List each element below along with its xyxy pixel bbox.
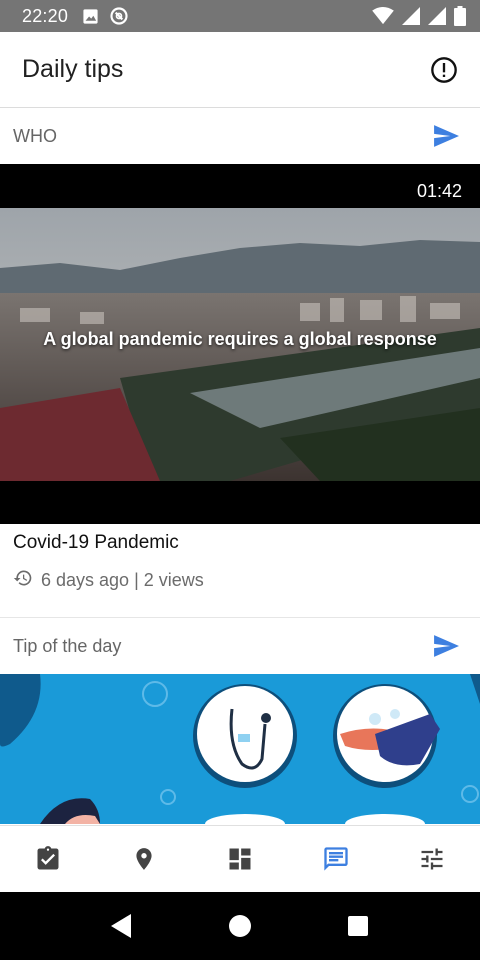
history-icon [13,568,41,593]
nav-dashboard[interactable] [216,835,264,883]
tip-illustration [0,674,480,824]
nav-messages[interactable] [312,835,360,883]
battery-icon [454,6,466,26]
send-icon[interactable] [432,632,460,660]
tips-feed[interactable]: WHO 01:42 A global pandemic requires a g… [0,108,480,825]
system-navigation-bar [0,892,480,960]
section-header-who: WHO [0,108,480,164]
dashboard-icon [229,848,251,870]
signal-icon [402,7,420,25]
image-icon [82,8,99,25]
video-player[interactable]: 01:42 A global pandemic requires a globa… [0,164,480,524]
send-icon[interactable] [432,122,460,150]
video-title: Covid-19 Pandemic [13,532,179,553]
nav-settings[interactable] [408,835,456,883]
section-title: Tip of the day [13,635,122,656]
home-icon[interactable] [226,912,254,940]
video-stats: 6 days ago | 2 views [13,568,467,593]
app-bar: Daily tips [0,32,480,108]
tip-of-the-day-image[interactable] [0,674,480,824]
video-stats-text: 6 days ago | 2 views [41,570,204,590]
signal-icon [428,7,446,25]
status-bar: 22:20 [0,0,480,32]
video-details[interactable]: Covid-19 Pandemic 6 days ago | 2 views [0,524,480,618]
recents-icon[interactable] [344,912,372,940]
page-title: Daily tips [22,55,124,83]
section-title: WHO [13,125,57,146]
location-pin-icon [136,848,152,870]
section-header-tip: Tip of the day [0,618,480,674]
bottom-navigation [0,825,480,892]
tune-icon [421,848,443,870]
at-sign-icon [109,6,129,26]
wifi-icon [372,7,394,25]
nav-tasks[interactable] [24,835,72,883]
chat-icon [324,847,348,871]
nav-location[interactable] [120,835,168,883]
status-time: 22:20 [22,5,69,26]
video-duration: 01:42 [416,181,462,201]
assignment-check-icon [37,846,59,870]
alert-circle-icon[interactable] [430,56,458,84]
video-caption: A global pandemic requires a global resp… [43,329,437,349]
back-icon[interactable] [108,912,136,940]
